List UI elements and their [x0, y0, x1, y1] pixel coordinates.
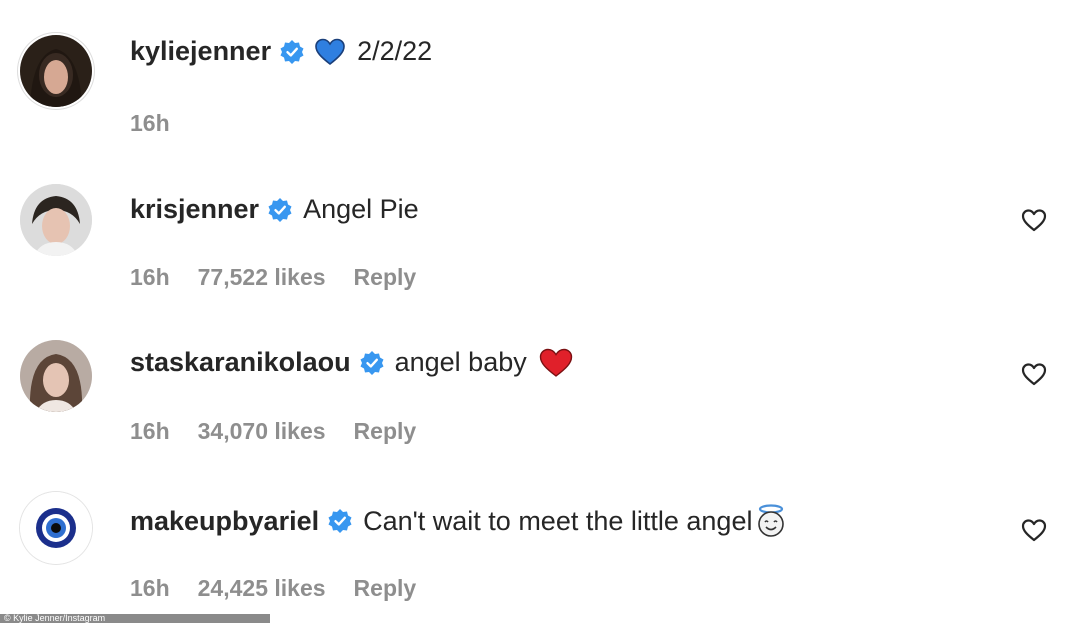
caption-meta: 16h [130, 110, 198, 137]
username[interactable]: staskaranikolaou [130, 347, 351, 378]
caption-line: kyliejenner 2/2/22 [130, 36, 432, 67]
angel-emoji-icon [754, 504, 788, 538]
comment-meta: 16h 24,425 likes Reply [130, 575, 444, 602]
username[interactable]: makeupbyariel [130, 506, 319, 537]
timestamp: 16h [130, 418, 170, 444]
red-heart-emoji-icon [539, 348, 573, 378]
timestamp: 16h [130, 264, 170, 290]
comment-meta: 16h 34,070 likes Reply [130, 418, 444, 445]
comment-text: Angel Pie [303, 194, 419, 224]
comment-meta: 16h 77,522 likes Reply [130, 264, 444, 291]
comment-line: makeupbyariel Can't wait to meet the lit… [130, 504, 788, 538]
comment-line: staskaranikolaou angel baby [130, 347, 573, 378]
avatar-kyliejenner[interactable] [20, 35, 92, 107]
like-count[interactable]: 24,425 likes [198, 575, 326, 602]
verified-badge-icon [359, 350, 385, 376]
image-credit: © Kylie Jenner/Instagram [0, 614, 270, 623]
timestamp: 16h [130, 110, 170, 136]
timestamp: 16h [130, 575, 170, 601]
like-heart-icon[interactable] [1020, 360, 1048, 388]
avatar-staskaranikolaou[interactable] [20, 340, 92, 412]
avatar-makeupbyariel[interactable] [20, 492, 92, 564]
comment-text: angel baby [394, 347, 527, 377]
username[interactable]: kyliejenner [130, 36, 271, 67]
comment-text: Can't wait to meet the little angel [363, 505, 753, 536]
like-count[interactable]: 34,070 likes [198, 418, 326, 445]
verified-badge-icon [279, 39, 305, 65]
reply-button[interactable]: Reply [354, 264, 417, 291]
like-heart-icon[interactable] [1020, 516, 1048, 544]
reply-button[interactable]: Reply [354, 418, 417, 445]
comment-line: krisjenner Angel Pie [130, 194, 419, 225]
verified-badge-icon [267, 197, 293, 223]
caption-text: 2/2/22 [357, 36, 433, 66]
like-heart-icon[interactable] [1020, 206, 1048, 234]
username[interactable]: krisjenner [130, 194, 259, 225]
blue-heart-emoji-icon [315, 38, 345, 66]
reply-button[interactable]: Reply [354, 575, 417, 602]
verified-badge-icon [327, 508, 353, 534]
avatar-krisjenner[interactable] [20, 184, 92, 256]
like-count[interactable]: 77,522 likes [198, 264, 326, 291]
